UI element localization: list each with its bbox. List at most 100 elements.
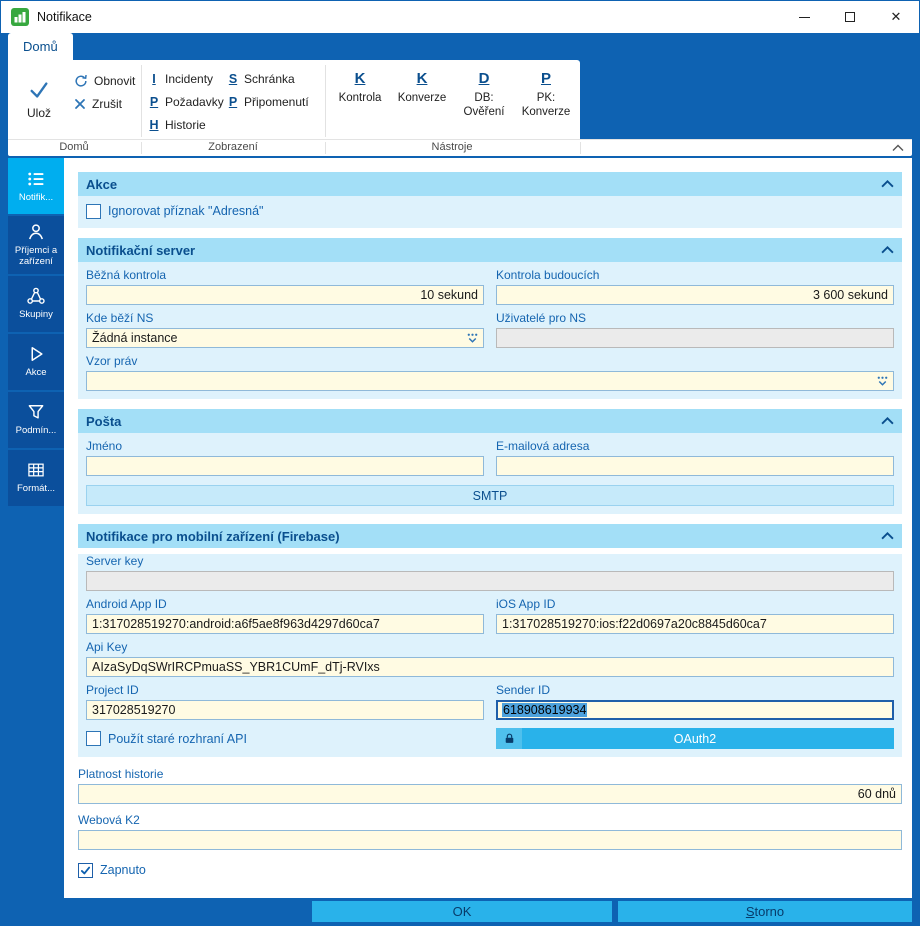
maximize-button[interactable] — [827, 1, 873, 33]
chevron-up-icon[interactable] — [881, 417, 894, 425]
checkbox-box[interactable] — [86, 731, 101, 746]
chevron-up-icon[interactable] — [881, 246, 894, 254]
sidebar-item-skupiny[interactable]: Skupiny — [8, 276, 64, 332]
section-akce-body: Ignorovat příznak "Adresná" — [78, 196, 902, 228]
project-id-value: 317028519270 — [92, 703, 175, 717]
sender-id-field[interactable]: 618908619934 — [496, 700, 894, 720]
where-ns-dropdown[interactable]: Žádná instance — [86, 328, 484, 348]
ignore-adresna-checkbox[interactable]: Ignorovat příznak "Adresná" — [86, 202, 894, 220]
pk-konverze-button[interactable]: P PK: Konverze — [516, 63, 576, 136]
section-posta-header[interactable]: Pošta — [78, 409, 902, 433]
minimize-icon — [799, 17, 810, 18]
regular-check-field[interactable]: 10 sekund — [86, 285, 484, 305]
section-server-body: Běžná kontrola 10 sekund Kontrola budouc… — [78, 262, 902, 399]
section-posta-title: Pošta — [86, 414, 121, 429]
group-label-nastroje: Nástroje — [432, 141, 473, 153]
kontrola-button[interactable]: K Kontrola — [330, 63, 390, 136]
project-id-field[interactable]: 317028519270 — [86, 700, 484, 720]
reminder-label: Připomenutí — [244, 95, 309, 109]
close-icon: ✕ — [891, 9, 902, 25]
history-button[interactable]: H Historie — [149, 114, 206, 136]
rights-template-dropdown[interactable] — [86, 371, 894, 391]
project-id-label: Project ID — [86, 683, 484, 697]
history-validity-label: Platnost historie — [78, 767, 902, 781]
storno-button[interactable]: Storno — [618, 901, 912, 922]
web-k2-label: Webová K2 — [78, 813, 902, 827]
email-field[interactable] — [496, 456, 894, 476]
reminder-key-icon: P — [228, 95, 238, 109]
section-akce-title: Akce — [86, 177, 117, 192]
checkbox-box[interactable] — [86, 204, 101, 219]
konverze-button[interactable]: K Konverze — [392, 63, 452, 136]
android-app-id-label: Android App ID — [86, 597, 484, 611]
chevron-up-icon[interactable] — [881, 532, 894, 540]
api-key-field[interactable]: AIzaSyDqSWrIRCPmuaSS_YBR1CUmF_dTj-RVIxs — [86, 657, 894, 677]
db-overeni-button[interactable]: D DB: Ověření — [454, 63, 514, 136]
refresh-icon — [74, 74, 88, 88]
android-app-id-field[interactable]: 1:317028519270:android:a6f5ae8f963d4297d… — [86, 614, 484, 634]
minimize-button[interactable] — [781, 1, 827, 33]
sidebar-item-prijemci[interactable]: Příjemci a zařízení — [8, 216, 64, 274]
sidebar-item-label: Notifik... — [19, 193, 53, 204]
ios-app-id-field[interactable]: 1:317028519270:ios:f22d0697a20c8845d60ca… — [496, 614, 894, 634]
checkbox-label: Ignorovat příznak "Adresná" — [108, 204, 264, 218]
strip-separator — [325, 142, 326, 154]
section-firebase-header[interactable]: Notifikace pro mobilní zařízení (Firebas… — [78, 524, 902, 548]
kontrola-key-icon: K — [355, 70, 366, 87]
enabled-checkbox[interactable]: Zapnuto — [78, 861, 902, 879]
requests-key-icon: P — [149, 95, 159, 109]
history-validity-field[interactable]: 60 dnů — [78, 784, 902, 804]
refresh-button[interactable]: Obnovit — [70, 70, 139, 92]
name-label: Jméno — [86, 439, 484, 453]
future-check-field[interactable]: 3 600 sekund — [496, 285, 894, 305]
section-akce-header[interactable]: Akce — [78, 172, 902, 196]
email-label: E-mailová adresa — [496, 439, 894, 453]
lock-icon-wrap — [496, 728, 522, 749]
name-field[interactable] — [86, 456, 484, 476]
section-firebase-title: Notifikace pro mobilní zařízení (Firebas… — [86, 529, 340, 544]
section-server-header[interactable]: Notifikační server — [78, 238, 902, 262]
window-title: Notifikace — [37, 10, 92, 24]
maximize-icon — [845, 12, 855, 22]
sidebar-item-akce[interactable]: Akce — [8, 334, 64, 390]
save-label: Ulož — [27, 106, 51, 120]
regular-check-label: Běžná kontrola — [86, 268, 484, 282]
clipboard-label: Schránka — [244, 72, 295, 86]
section-posta-body: Jméno E-mailová adresa SMTP — [78, 433, 902, 514]
smtp-button[interactable]: SMTP — [86, 485, 894, 506]
pk-konverze-label: PK: Konverze — [516, 91, 576, 120]
users-ns-field — [496, 328, 894, 348]
save-button[interactable]: Ulož — [11, 62, 67, 136]
dropdown-icon[interactable] — [466, 332, 479, 345]
users-ns-label: Uživatelé pro NS — [496, 311, 894, 325]
requests-button[interactable]: P Požadavky — [149, 91, 224, 113]
section-firebase: Notifikace pro mobilní zařízení (Firebas… — [78, 524, 902, 757]
ok-button[interactable]: OK — [312, 901, 612, 922]
tab-domu[interactable]: Domů — [8, 33, 73, 60]
section-posta: Pošta Jméno E-mailová adresa SMTP — [78, 409, 902, 514]
web-k2-field[interactable] — [78, 830, 902, 850]
sidebar-item-notifikace[interactable]: Notifik... — [8, 158, 64, 214]
incidents-key-icon: I — [149, 72, 159, 86]
ios-app-id-value: 1:317028519270:ios:f22d0697a20c8845d60ca… — [502, 617, 767, 631]
people-network-icon — [26, 286, 46, 306]
cancel-button[interactable]: Zrušit — [70, 93, 126, 115]
close-button[interactable]: ✕ — [873, 1, 919, 33]
strip-separator — [580, 142, 581, 154]
old-api-checkbox[interactable]: Použít staré rozhraní API — [86, 730, 484, 748]
dropdown-icon[interactable] — [876, 375, 889, 388]
collapse-ribbon-icon[interactable] — [892, 144, 904, 152]
oauth2-button[interactable]: OAuth2 — [496, 728, 894, 749]
incidents-button[interactable]: I Incidenty — [149, 68, 213, 90]
sidebar-item-format[interactable]: Formát... — [8, 450, 64, 506]
server-key-field — [86, 571, 894, 591]
sender-id-label: Sender ID — [496, 683, 894, 697]
clipboard-button[interactable]: S Schránka — [228, 68, 295, 90]
reminder-button[interactable]: P Připomenutí — [228, 91, 309, 113]
checkbox-box-checked[interactable] — [78, 863, 93, 878]
regular-check-value: 10 sekund — [420, 288, 478, 302]
sidebar-item-label: Skupiny — [19, 310, 53, 321]
chevron-up-icon[interactable] — [881, 180, 894, 188]
sidebar-item-podminky[interactable]: Podmín... — [8, 392, 64, 448]
requests-label: Požadavky — [165, 95, 224, 109]
